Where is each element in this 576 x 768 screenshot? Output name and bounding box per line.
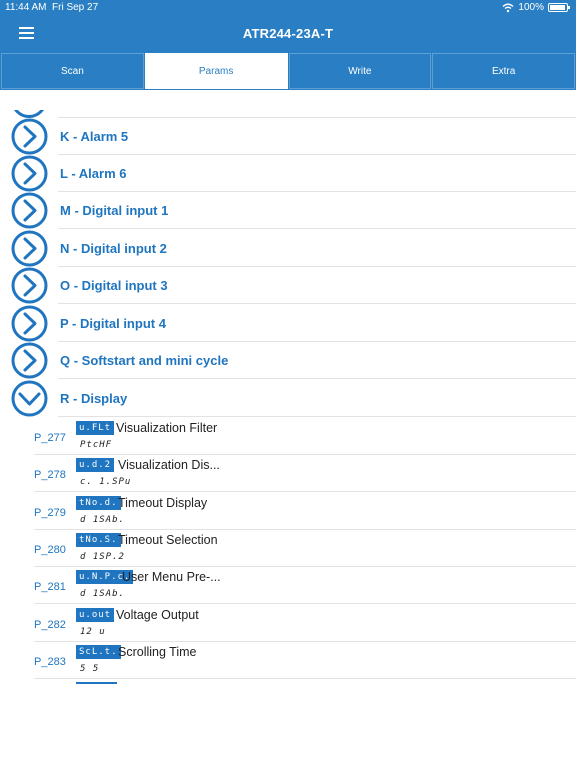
- status-date: Fri Sep 27: [52, 2, 99, 13]
- group-label: K - Alarm 5: [60, 129, 129, 144]
- group-row-m[interactable]: M - Digital input 1: [0, 192, 576, 229]
- group-row-q[interactable]: Q - Softstart and mini cycle: [0, 342, 576, 379]
- status-right: 100%: [502, 2, 570, 13]
- param-id: P_280: [34, 544, 66, 556]
- param-code-badge: ScL.t.: [76, 645, 121, 659]
- param-code-badge: u.out: [76, 608, 115, 622]
- divider: [34, 678, 576, 679]
- chevron-right-circle-icon[interactable]: [11, 342, 48, 379]
- param-row-p280[interactable]: P_280 tNo.S. Timeout Selection d 1SP.2: [0, 530, 576, 567]
- chevron-right-circle-icon[interactable]: [11, 230, 48, 267]
- param-row-p281[interactable]: P_281 u.N.P.c. User Menu Pre-... d 1SAb.: [0, 567, 576, 604]
- param-id: P_277: [34, 432, 66, 444]
- chevron-down-circle-icon[interactable]: [11, 380, 48, 417]
- battery-percent: 100%: [518, 2, 544, 13]
- group-label: O - Digital input 3: [60, 278, 168, 293]
- tab-write[interactable]: Write: [288, 53, 432, 89]
- divider: [58, 416, 576, 417]
- param-name: User Menu Pre-...: [122, 570, 221, 584]
- group-label: P - Digital input 4: [60, 316, 166, 331]
- page-title: ATR244-23A-T: [242, 26, 334, 41]
- param-row-p277[interactable]: P_277 u.FLt Visualization Filter PtcHF: [0, 418, 576, 455]
- nav-bar: ATR244-23A-T: [0, 16, 576, 52]
- param-value: d 1SP.2: [80, 552, 125, 562]
- status-time: 11:44 AM: [5, 2, 47, 13]
- param-value: PtcHF: [80, 440, 113, 450]
- param-name: Voltage Output: [116, 608, 199, 622]
- group-label: M - Digital input 1: [60, 203, 169, 218]
- status-bar: 11:44 AM Fri Sep 27 100%: [0, 0, 576, 16]
- group-row-n[interactable]: N - Digital input 2: [0, 230, 576, 267]
- group-row-k[interactable]: K - Alarm 5: [0, 118, 576, 155]
- chevron-right-circle-icon[interactable]: [11, 305, 48, 342]
- chevron-right-circle-icon[interactable]: [11, 155, 48, 192]
- tab-params[interactable]: Params: [144, 53, 288, 89]
- param-row-p278[interactable]: P_278 u.d.2 Visualization Dis... c. 1.SP…: [0, 455, 576, 492]
- param-name: Scrolling Time: [118, 645, 197, 659]
- param-id: P_283: [34, 656, 66, 668]
- param-code-badge: u.FLt: [76, 421, 115, 435]
- param-name: Timeout Display: [118, 496, 208, 510]
- param-name: Visualization Filter: [116, 421, 218, 435]
- param-id: P_279: [34, 507, 66, 519]
- chevron-right-circle-icon[interactable]: [11, 267, 48, 304]
- param-code-badge: tNo.d.: [76, 496, 121, 510]
- divider: [58, 228, 576, 229]
- divider: [58, 378, 576, 379]
- param-id: P_278: [34, 469, 66, 481]
- battery-icon: [548, 3, 570, 12]
- partial-chevron-icon: [11, 110, 47, 118]
- tab-scan[interactable]: Scan: [1, 53, 144, 89]
- param-value: d 1SAb.: [80, 589, 125, 599]
- group-row-l[interactable]: L - Alarm 6: [0, 155, 576, 192]
- param-id: P_281: [34, 581, 66, 593]
- param-value: d 1SAb.: [80, 515, 125, 525]
- tab-extra[interactable]: Extra: [432, 53, 575, 89]
- group-row-p[interactable]: P - Digital input 4: [0, 305, 576, 342]
- group-label: Q - Softstart and mini cycle: [60, 353, 229, 368]
- param-id: P_282: [34, 619, 66, 631]
- group-label: N - Digital input 2: [60, 241, 167, 256]
- wifi-icon: [502, 3, 514, 12]
- group-row-o[interactable]: O - Digital input 3: [0, 267, 576, 304]
- chevron-right-circle-icon[interactable]: [11, 192, 48, 229]
- param-value: 12 u: [80, 627, 106, 637]
- param-name: Timeout Selection: [118, 533, 218, 547]
- param-value: c. 1.SPu: [80, 477, 132, 487]
- divider: [58, 303, 576, 304]
- group-label: R - Display: [60, 391, 128, 406]
- param-row-p282[interactable]: P_282 u.out Voltage Output 12 u: [0, 605, 576, 642]
- tab-bar: Scan Params Write Extra: [0, 52, 576, 90]
- group-label: L - Alarm 6: [60, 166, 127, 181]
- param-name: Visualization Dis...: [118, 458, 220, 472]
- divider: [34, 603, 576, 604]
- param-value: 5 5: [80, 664, 100, 674]
- group-row-r[interactable]: R - Display: [0, 380, 576, 417]
- param-code-badge: tNo.S.: [76, 533, 121, 547]
- param-code-badge: u.d.2: [76, 458, 115, 472]
- param-row-p283[interactable]: P_283 ScL.t. Scrolling Time 5 5: [0, 642, 576, 679]
- chevron-right-circle-icon[interactable]: [11, 118, 48, 155]
- divider: [34, 491, 576, 492]
- edit-underline: [76, 682, 117, 684]
- param-row-p279[interactable]: P_279 tNo.d. Timeout Display d 1SAb.: [0, 493, 576, 530]
